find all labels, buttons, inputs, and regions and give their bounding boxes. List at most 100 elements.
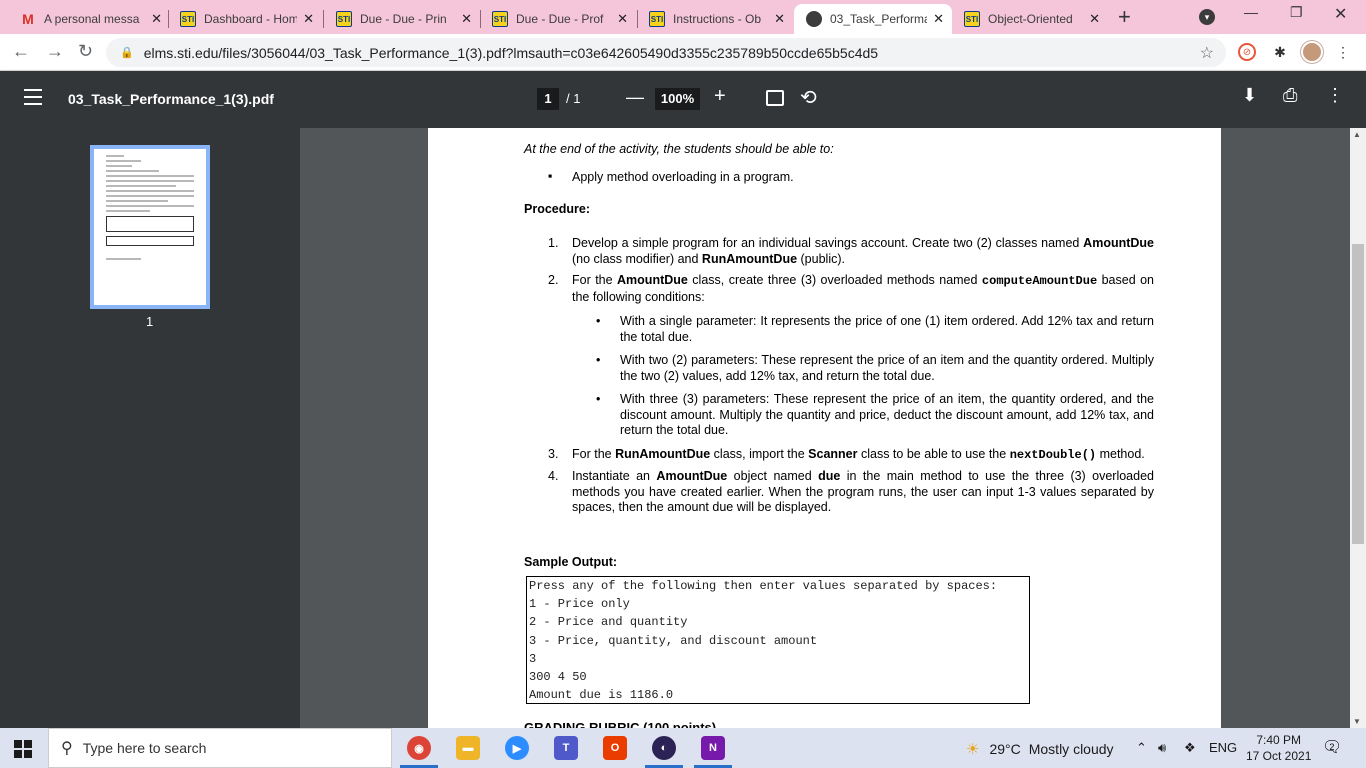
object-name: due [818, 469, 841, 483]
sti-icon: STI [336, 11, 352, 27]
procedure-step: 1. Develop a simple program for an indiv… [548, 236, 1154, 267]
sti-icon: STI [649, 11, 665, 27]
office-icon[interactable]: O [603, 736, 627, 760]
profile-avatar-icon[interactable] [1301, 41, 1323, 63]
page-thumbnail[interactable] [90, 145, 210, 309]
tab-task-performance[interactable]: 03_Task_Performa ✕ [794, 4, 952, 34]
eclipse-icon[interactable]: ◐ [652, 736, 676, 760]
zoom-in-icon[interactable]: + [714, 85, 726, 108]
sti-icon: STI [180, 11, 196, 27]
document-viewport[interactable]: At the end of the activity, the students… [300, 128, 1350, 728]
search-placeholder: Type here to search [82, 740, 207, 756]
tab-title: Dashboard - Hom [204, 12, 298, 26]
address-bar[interactable]: 🔒 elms.sti.edu/files/3056044/03_Task_Per… [106, 38, 1226, 67]
output-line: Amount due is 1186.0 [529, 688, 674, 703]
sti-icon: STI [964, 11, 980, 27]
print-icon[interactable]: ⎙ [1283, 85, 1297, 106]
system-clock[interactable]: 7:40 PM 17 Oct 2021 [1246, 732, 1311, 764]
fit-page-icon[interactable] [766, 90, 784, 106]
weather-widget[interactable]: ☀ 29°C Mostly cloudy [966, 740, 1114, 758]
scroll-up-arrow-icon[interactable]: ▲ [1353, 130, 1361, 139]
notification-count: 2 [1329, 742, 1335, 752]
close-icon[interactable]: ✕ [461, 11, 472, 27]
output-line: Press any of the following then enter va… [529, 579, 998, 593]
clock-date: 17 Oct 2021 [1246, 749, 1312, 763]
class-name: RunAmountDue [615, 446, 711, 461]
tab-object-oriented[interactable]: STI Object-Oriented ✕ [952, 4, 1108, 34]
download-icon[interactable]: ⬇ [1242, 85, 1257, 106]
sidebar-menu-icon[interactable] [24, 89, 42, 110]
windows-start-icon[interactable] [14, 740, 32, 758]
vertical-scrollbar[interactable]: ▲ ▼ [1350, 128, 1366, 728]
scroll-down-arrow-icon[interactable]: ▼ [1353, 717, 1361, 726]
reload-icon[interactable]: ↻ [78, 41, 93, 62]
close-icon[interactable]: ✕ [1089, 11, 1100, 27]
gmail-icon: M [22, 11, 34, 27]
condition-item: With a single parameter: It represents t… [596, 314, 1154, 345]
restore-icon[interactable]: ❐ [1290, 4, 1303, 21]
step-number: 4. [548, 469, 559, 483]
tab-dashboard[interactable]: STI Dashboard - Hom ✕ [168, 4, 322, 34]
windows-taskbar: ⚲ Type here to search ◉ ▬ ▶ T O ◐ N ☀ 29… [0, 728, 1366, 768]
weather-desc: Mostly cloudy [1028, 741, 1114, 757]
more-options-icon[interactable]: ⋮ [1326, 85, 1344, 106]
step-text: For the [572, 273, 618, 287]
notification-center-icon[interactable]: 🗨︎2 [1322, 737, 1347, 757]
show-hidden-icons-chevron-icon[interactable]: ⌃ [1136, 740, 1147, 756]
bookmark-star-icon[interactable]: ☆ [1200, 43, 1214, 63]
output-line: 3 [529, 651, 537, 666]
close-icon[interactable]: ✕ [933, 11, 944, 27]
step-text: For the [572, 446, 616, 461]
tab-gmail[interactable]: M A personal messa ✕ [8, 4, 170, 34]
chrome-icon[interactable]: ◉ [407, 736, 431, 760]
onenote-icon[interactable]: N [701, 736, 725, 760]
step-text: class, import the [710, 446, 809, 461]
block-extension-icon[interactable]: ⊘ [1238, 43, 1256, 61]
chrome-menu-icon[interactable]: ⋮ [1334, 43, 1352, 61]
tab-instructions[interactable]: STI Instructions - Ob ✕ [637, 4, 793, 34]
close-icon[interactable]: ✕ [617, 11, 628, 27]
tab-title: Due - Due - Prof [516, 12, 604, 26]
new-tab-button[interactable]: + [1118, 4, 1131, 30]
taskbar-search-box[interactable]: ⚲ Type here to search [48, 728, 392, 768]
procedure-steps: 1. Develop a simple program for an indiv… [548, 236, 1154, 522]
step-number: 3. [548, 446, 559, 461]
tab-due-prof[interactable]: STI Due - Due - Prof ✕ [480, 4, 636, 34]
puzzle-extensions-icon[interactable]: ✱ [1271, 43, 1289, 61]
step-text: Develop a simple program for an individu… [572, 236, 1084, 250]
language-indicator[interactable]: ENG [1209, 740, 1237, 755]
minimize-icon[interactable]: — [1244, 4, 1258, 20]
step-text: Instantiate an [572, 469, 657, 483]
dropbox-icon[interactable]: ❖ [1184, 740, 1196, 756]
back-arrow-icon[interactable]: ← [12, 41, 30, 62]
zoom-out-icon[interactable]: — [626, 87, 644, 108]
weather-temp: 29°C [989, 741, 1021, 757]
method-name: computeAmountDue [981, 274, 1098, 288]
rotate-icon[interactable]: ⟲ [800, 85, 817, 110]
close-icon[interactable]: ✕ [151, 11, 162, 27]
speaker-icon[interactable]: 🔊︎ [1158, 740, 1166, 756]
thumbnail-sidebar: 1 [0, 128, 300, 728]
close-icon[interactable]: ✕ [303, 11, 314, 27]
forward-arrow-icon[interactable]: → [46, 41, 64, 62]
objective-item: Apply method overloading in a program. [548, 169, 794, 186]
sample-output-heading: Sample Output: [524, 555, 618, 569]
scrollbar-thumb[interactable] [1352, 244, 1364, 544]
lock-icon[interactable]: 🔒 [120, 46, 134, 59]
close-icon[interactable]: ✕ [774, 11, 785, 27]
tab-due-prin[interactable]: STI Due - Due - Prin ✕ [324, 4, 480, 34]
sti-icon: STI [492, 11, 508, 27]
window-close-icon[interactable]: ✕ [1334, 4, 1347, 24]
page-number-input[interactable]: 1 [537, 88, 559, 110]
tab-title: A personal messa [44, 12, 140, 26]
url-text: elms.sti.edu/files/3056044/03_Task_Perfo… [143, 44, 879, 61]
teams-icon[interactable]: T [554, 736, 578, 760]
class-name: RunAmountDue [701, 251, 798, 266]
tab-search-icon[interactable]: ▾ [1199, 9, 1215, 25]
zoom-level-input[interactable]: 100% [655, 88, 700, 110]
condition-item: With two (2) parameters: These represent… [596, 353, 1154, 384]
zoom-icon[interactable]: ▶ [505, 736, 529, 760]
file-explorer-icon[interactable]: ▬ [456, 736, 480, 760]
partly-cloudy-icon: ☀ [966, 741, 980, 758]
browser-toolbar: ← → ↻ 🔒 elms.sti.edu/files/3056044/03_Ta… [0, 34, 1366, 71]
